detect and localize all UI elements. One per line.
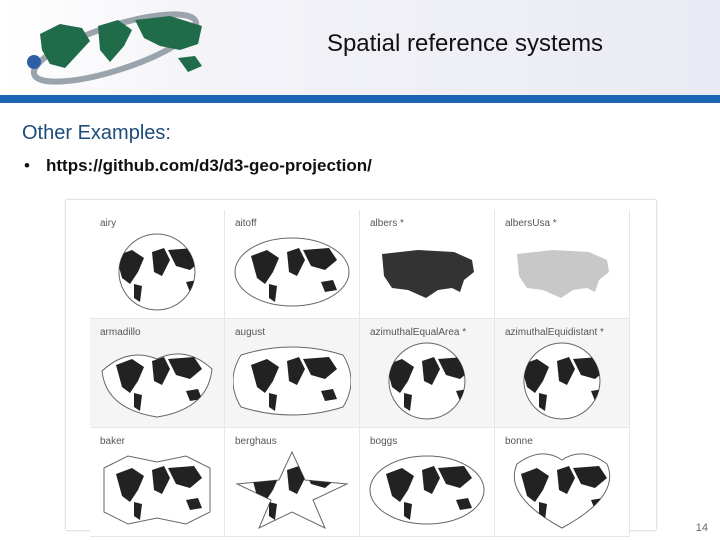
projection-label: albers * [370,218,404,229]
projection-gallery: airy aitoff albers * albersUsa * armadillo au… [66,200,656,537]
projection-label: august [235,327,266,338]
projection-map-icon [523,342,601,420]
globe-logo-icon [27,11,202,85]
projection-map-icon [382,250,474,298]
projection-map-icon [388,342,466,420]
projection-tile[interactable]: azimuthalEqualArea * [360,319,495,428]
projection-tile[interactable]: august [225,319,360,428]
page-number: 14 [695,522,708,534]
projection-tile[interactable]: airy [90,210,225,319]
projection-map-icon [103,455,211,525]
projection-tile[interactable]: boggs [360,428,495,537]
projection-label: boggs [370,436,398,447]
projection-map-icon [369,455,485,525]
projection-map-icon [234,237,350,307]
projection-map-icon [233,346,351,416]
projection-tile[interactable]: armadillo [90,319,225,428]
header-rule [0,95,720,103]
projection-map-icon [517,250,609,298]
projection-map-icon [235,450,349,530]
projection-tile[interactable]: berghaus [225,428,360,537]
section-heading: Other Examples: [22,122,171,144]
projection-label: azimuthalEquidistant * [505,327,604,338]
link-text[interactable]: https://github.com/d3/d3-geo-projection/ [46,156,372,175]
projection-tile[interactable]: azimuthalEquidistant * [495,319,630,428]
projection-map-icon [118,233,196,311]
projection-label: bonne [505,436,533,447]
projection-label: azimuthalEqualArea * [370,327,467,338]
projection-tile[interactable]: aitoff [225,210,360,319]
projection-tile[interactable]: albersUsa * [495,210,630,319]
projection-tile[interactable]: albers * [360,210,495,319]
projection-label: baker [100,436,126,447]
projection-tile[interactable]: baker [90,428,225,537]
projection-map-icon [101,353,213,418]
projection-label: berghaus [235,436,277,447]
projection-label: aitoff [235,218,257,229]
slide-title: Spatial reference systems [326,30,604,57]
projection-label: albersUsa * [505,218,557,229]
projection-grid: airy aitoff albers * albersUsa * armadillo au… [90,210,630,537]
bullet-item: • https://github.com/d3/d3-geo-projection… [24,156,372,175]
projection-label: airy [100,218,117,229]
projection-label: armadillo [100,327,141,338]
projection-map-icon [513,453,611,529]
projection-tile[interactable]: bonne [495,428,630,537]
